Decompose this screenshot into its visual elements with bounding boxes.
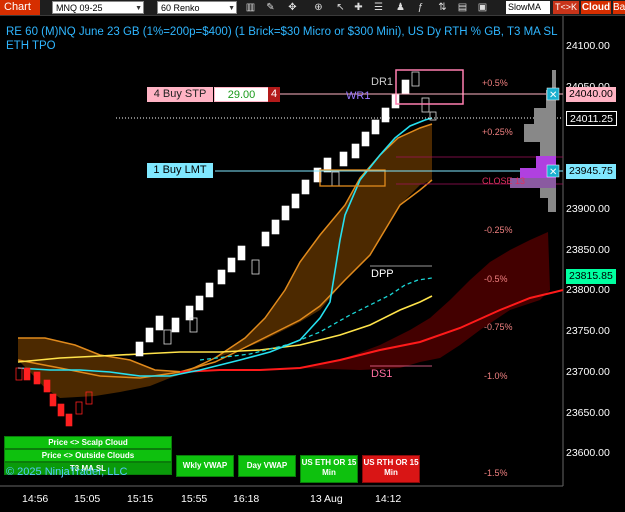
data-box-icon[interactable]: ▤ <box>456 1 469 14</box>
cloud-button[interactable]: Cloud <box>581 1 611 14</box>
time-axis-label: 14:12 <box>375 493 402 505</box>
screenshot-icon[interactable]: ▣ <box>476 1 489 14</box>
price-axis-label: 23850.00 <box>566 244 610 256</box>
wr1-label: WR1 <box>346 90 371 102</box>
instrument-value: MNQ 09-25 <box>56 3 103 13</box>
slow-ma-selector[interactable]: SlowMA <box>506 1 550 14</box>
chart-title: RE 60 (M)NQ June 23 GB (1%=200p=$400) (1… <box>6 26 558 52</box>
ds1-label: DS1 <box>371 368 393 380</box>
limit-price-tag: 23945.75 <box>566 164 616 179</box>
chevron-down-icon: ▼ <box>135 5 142 12</box>
pct-label: -1.5% <box>484 468 508 478</box>
time-axis-label: 15:55 <box>181 493 208 505</box>
pct-label: -1.0% <box>484 371 508 381</box>
price-axis-label: 23600.00 <box>566 447 610 459</box>
indicator-icon[interactable]: ƒ <box>414 1 427 14</box>
buy-limit-order-label[interactable]: 1 Buy LMT <box>147 163 213 178</box>
buy-stop-order-price[interactable]: 29.00 <box>214 87 269 102</box>
plot-area <box>0 16 563 486</box>
scalp-cloud-button[interactable]: Price <> Scalp Cloud <box>4 436 172 449</box>
price-axis-label: 23800.00 <box>566 284 610 296</box>
time-axis-label: 13 Aug <box>310 493 343 505</box>
svg-text:✕: ✕ <box>549 167 557 178</box>
stop-price-tag: 24040.00 <box>566 87 616 102</box>
day-vwap-button[interactable]: Day VWAP <box>238 455 296 477</box>
wkly-vwap-button[interactable]: Wkly VWAP <box>176 455 234 477</box>
time-axis-label: 15:05 <box>74 493 101 505</box>
price-axis-label: 23650.00 <box>566 407 610 419</box>
price-axis-label: 24100.00 <box>566 40 610 52</box>
stop-order-marker[interactable]: ✕ <box>546 87 560 101</box>
chart-tab[interactable]: Chart <box>0 0 40 15</box>
copyright-text: © 2025 NinjaTrader, LLC <box>6 466 128 478</box>
buy-stop-order-label[interactable]: 4 Buy STP <box>147 87 213 102</box>
buy-stop-order-quantity[interactable]: 4 <box>268 87 280 102</box>
pct-label: +0.5% <box>482 78 508 88</box>
chevron-down-icon: ▼ <box>228 5 235 12</box>
us-eth-or-button[interactable]: US ETH OR 15 Min <box>300 455 358 483</box>
pct-label: -0.5% <box>484 274 508 284</box>
price-axis-label: 23700.00 <box>566 366 610 378</box>
us-rth-or-button[interactable]: US RTH OR 15 Min <box>362 455 420 483</box>
pct-label: +0.25% <box>482 127 513 137</box>
close-label: CLOSE 13 <box>482 176 525 186</box>
chart-toolbar: Chart MNQ 09-25 ▼ 60 Renko ▼ ▥ ✎ ✥ ⊕ ↖ ✚… <box>0 0 625 16</box>
chart-trader-icon[interactable]: ⇅ <box>436 1 449 14</box>
close-label-value: 13 <box>515 176 526 186</box>
price-axis-label: 23750.00 <box>566 325 610 337</box>
time-axis-label: 14:56 <box>22 493 49 505</box>
time-axis-label: 16:18 <box>233 493 260 505</box>
bar-type-icon[interactable]: ▥ <box>244 1 257 14</box>
last-price-tag: 24011.25 <box>566 111 618 126</box>
interval-selector[interactable]: 60 Renko ▼ <box>157 1 237 14</box>
cloud-price-tag: 23815.85 <box>566 269 616 284</box>
zoom-icon[interactable]: ⊕ <box>312 1 325 14</box>
strategy-icon[interactable]: ♟ <box>394 1 407 14</box>
limit-order-marker[interactable]: ✕ <box>546 164 560 178</box>
interval-value: 60 Renko <box>161 3 200 13</box>
pan-icon[interactable]: ✥ <box>286 1 299 14</box>
cursor-icon[interactable]: ↖ <box>334 1 347 14</box>
pct-label: -0.75% <box>484 322 513 332</box>
dpp-label: DPP <box>371 268 394 280</box>
pct-label: -0.25% <box>484 225 513 235</box>
t2k-button[interactable]: T<>K <box>553 1 579 14</box>
crosshair-icon[interactable]: ✚ <box>352 1 365 14</box>
close-label-text: CLOSE <box>482 176 513 186</box>
drawing-icon[interactable]: ✎ <box>264 1 277 14</box>
outside-clouds-button[interactable]: Price <> Outside Clouds <box>4 449 172 462</box>
dr1-label: DR1 <box>371 76 394 88</box>
price-axis-label: 23900.00 <box>566 203 610 215</box>
properties-icon[interactable]: ☰ <box>372 1 385 14</box>
svg-text:✕: ✕ <box>549 90 557 101</box>
instrument-selector[interactable]: MNQ 09-25 ▼ <box>52 1 144 14</box>
bar-button[interactable]: Bar <box>613 1 625 14</box>
time-axis-label: 15:15 <box>127 493 154 505</box>
